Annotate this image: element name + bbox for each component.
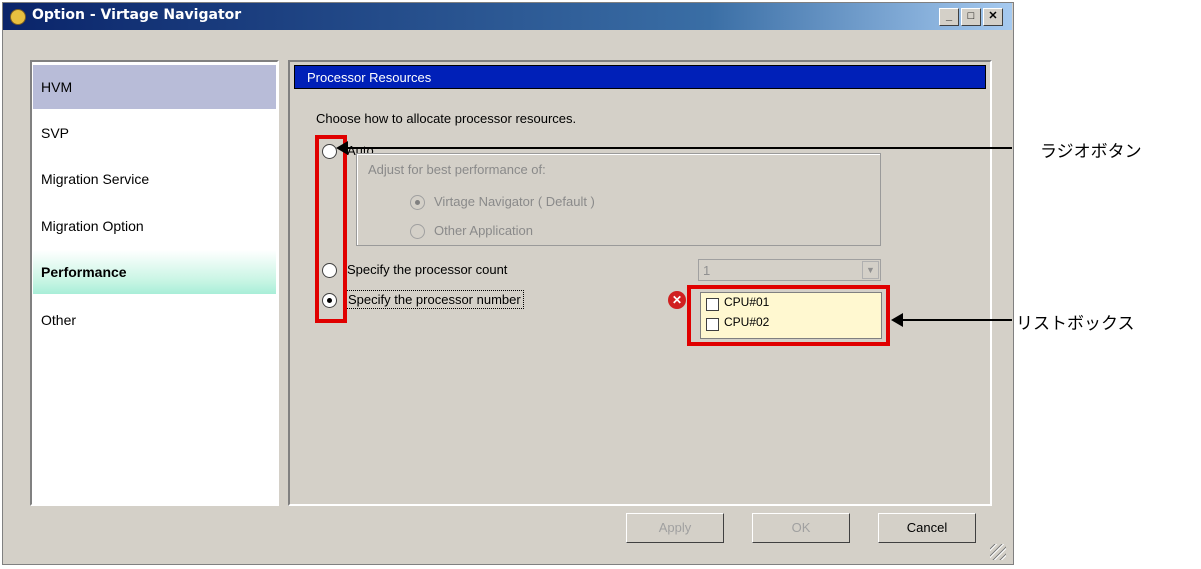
sidebar-item-label: SVP bbox=[41, 125, 70, 141]
auto-group-label: Adjust for best performance of: bbox=[368, 162, 546, 177]
listbox-annotation-line bbox=[902, 319, 1012, 321]
sidebar-item-hvm[interactable]: HVM bbox=[33, 65, 276, 109]
resize-grip-icon[interactable] bbox=[990, 544, 1006, 560]
sidebar-item-label: Other bbox=[41, 312, 77, 328]
sidebar-item-label: Performance bbox=[41, 264, 127, 280]
maximize-button[interactable]: □ bbox=[961, 8, 981, 26]
apply-button[interactable]: Apply bbox=[626, 513, 724, 543]
close-button[interactable]: ✕ bbox=[983, 8, 1003, 26]
sidebar-item-label: HVM bbox=[41, 79, 73, 95]
instruction-text: Choose how to allocate processor resourc… bbox=[316, 111, 577, 126]
listbox-annotation-label: リストボックス bbox=[1016, 314, 1135, 334]
chevron-down-icon[interactable]: ▼ bbox=[862, 261, 879, 279]
sidebar-item-migration-service[interactable]: Migration Service bbox=[33, 157, 276, 201]
processor-count-select[interactable]: 1 ▼ bbox=[698, 259, 881, 281]
other-application-label: Other Application bbox=[434, 223, 534, 238]
radio-annotation-label: ラジオボタン bbox=[1040, 142, 1142, 162]
sidebar-item-other[interactable]: Other bbox=[33, 298, 276, 342]
listbox-highlight bbox=[687, 285, 890, 346]
sidebar-item-label: Migration Option bbox=[41, 218, 144, 234]
sidebar-item-performance[interactable]: Performance bbox=[33, 250, 276, 294]
radio-annotation-line bbox=[346, 147, 1012, 149]
arrow-left-icon bbox=[336, 141, 348, 155]
minimize-button[interactable]: _ bbox=[939, 8, 959, 26]
arrow-left-icon bbox=[891, 313, 903, 327]
sidebar-item-svp[interactable]: SVP bbox=[33, 111, 276, 155]
window-title: Option - Virtage Navigator bbox=[32, 7, 242, 23]
app-icon bbox=[10, 9, 26, 25]
processor-count-label: Specify the processor count bbox=[347, 262, 508, 277]
processor-number-label: Specify the processor number bbox=[345, 290, 524, 309]
ok-button[interactable]: OK bbox=[752, 513, 850, 543]
content-panel bbox=[288, 60, 992, 506]
radio-buttons-highlight bbox=[315, 135, 347, 323]
sidebar-item-label: Migration Service bbox=[41, 171, 150, 187]
error-icon: ✕ bbox=[668, 291, 686, 309]
cancel-button[interactable]: Cancel bbox=[878, 513, 976, 543]
sidebar-item-migration-option[interactable]: Migration Option bbox=[33, 204, 276, 248]
other-application-radio[interactable] bbox=[410, 224, 425, 239]
virtage-navigator-label: Virtage Navigator ( Default ) bbox=[434, 194, 595, 209]
virtage-navigator-radio[interactable] bbox=[410, 195, 425, 210]
section-header: Processor Resources bbox=[294, 65, 986, 89]
processor-count-value: 1 bbox=[703, 263, 711, 278]
